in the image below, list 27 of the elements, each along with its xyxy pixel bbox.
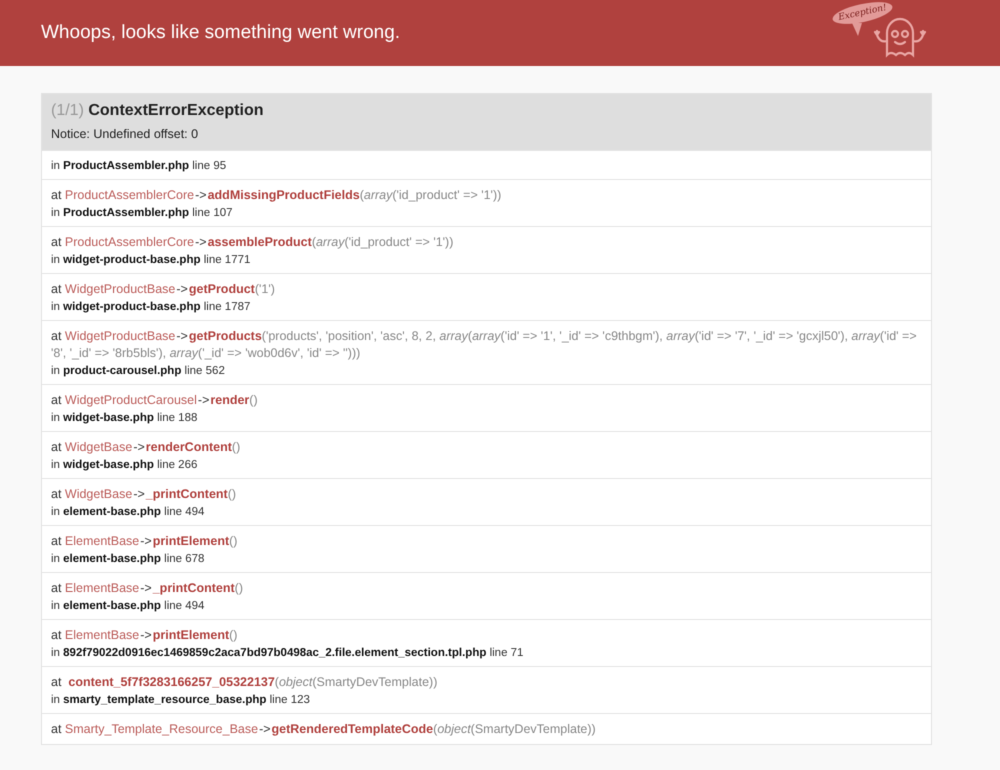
call-line: at WidgetBase->_printContent(): [51, 486, 238, 503]
call-line: at WidgetProductBase->getProduct('1'): [51, 281, 276, 298]
call-line: at WidgetBase->renderContent(): [51, 439, 242, 456]
call-line: at WidgetProductCarousel->render(): [51, 392, 259, 409]
exception-message: Notice: Undefined offset: 0: [51, 127, 200, 141]
location-line: in element-base.php line 678: [51, 552, 206, 567]
call-line: at ElementBase->printElement(): [51, 627, 238, 644]
call-line: at Smarty_Template_Resource_Base->getRenderedTemplateCode(object(SmartyDevTemplate)): [51, 721, 597, 738]
call-line: at ElementBase->printElement(): [51, 533, 238, 550]
location-line: in ProductAssembler.php line 95: [51, 159, 228, 174]
location-line: in smarty_template_resource_base.php line 123: [51, 693, 311, 708]
call-line: at ElementBase->_printContent(): [51, 580, 244, 597]
location-line: in 892f79022d0916ec1469859c2aca7bd97b0498ac_2.file.element_section.tpl.php line 71: [51, 646, 524, 661]
location-line: in widget-base.php line 188: [51, 411, 198, 426]
location-line: in product-carousel.php line 562: [51, 364, 226, 379]
page-title: Whoops, looks like something went wrong.: [41, 22, 400, 44]
exception-title: (1/1) ContextErrorException: [51, 102, 264, 120]
location-line: in widget-base.php line 266: [51, 458, 198, 473]
location-line: in element-base.php line 494: [51, 599, 206, 614]
location-line: in element-base.php line 494: [51, 505, 206, 520]
call-line: at ProductAssemblerCore->addMissingProductFields(array('id_product' => '1')): [51, 187, 502, 204]
location-line: in widget-product-base.php line 1771: [51, 253, 252, 268]
call-line: at ProductAssemblerCore->assembleProduct(array('id_product' => '1')): [51, 234, 454, 251]
call-line: at WidgetProductBase->getProducts('products', 'position', 'asc', 8, 2, array(array('id' => '1', '_id' => 'c9thbgm'), array('id' => '7', '_id' => 'gcxjl50'), array('id' => '8', '_id' => '8rb5bls'), array('_id' => 'wob0d6v', 'id' => ''))): [51, 328, 918, 362]
location-line: in widget-product-base.php line 1787: [51, 300, 252, 315]
call-line: at content_5f7f3283166257_05322137(object(SmartyDevTemplate)): [51, 674, 438, 691]
location-line: in ProductAssembler.php line 107: [51, 206, 234, 221]
